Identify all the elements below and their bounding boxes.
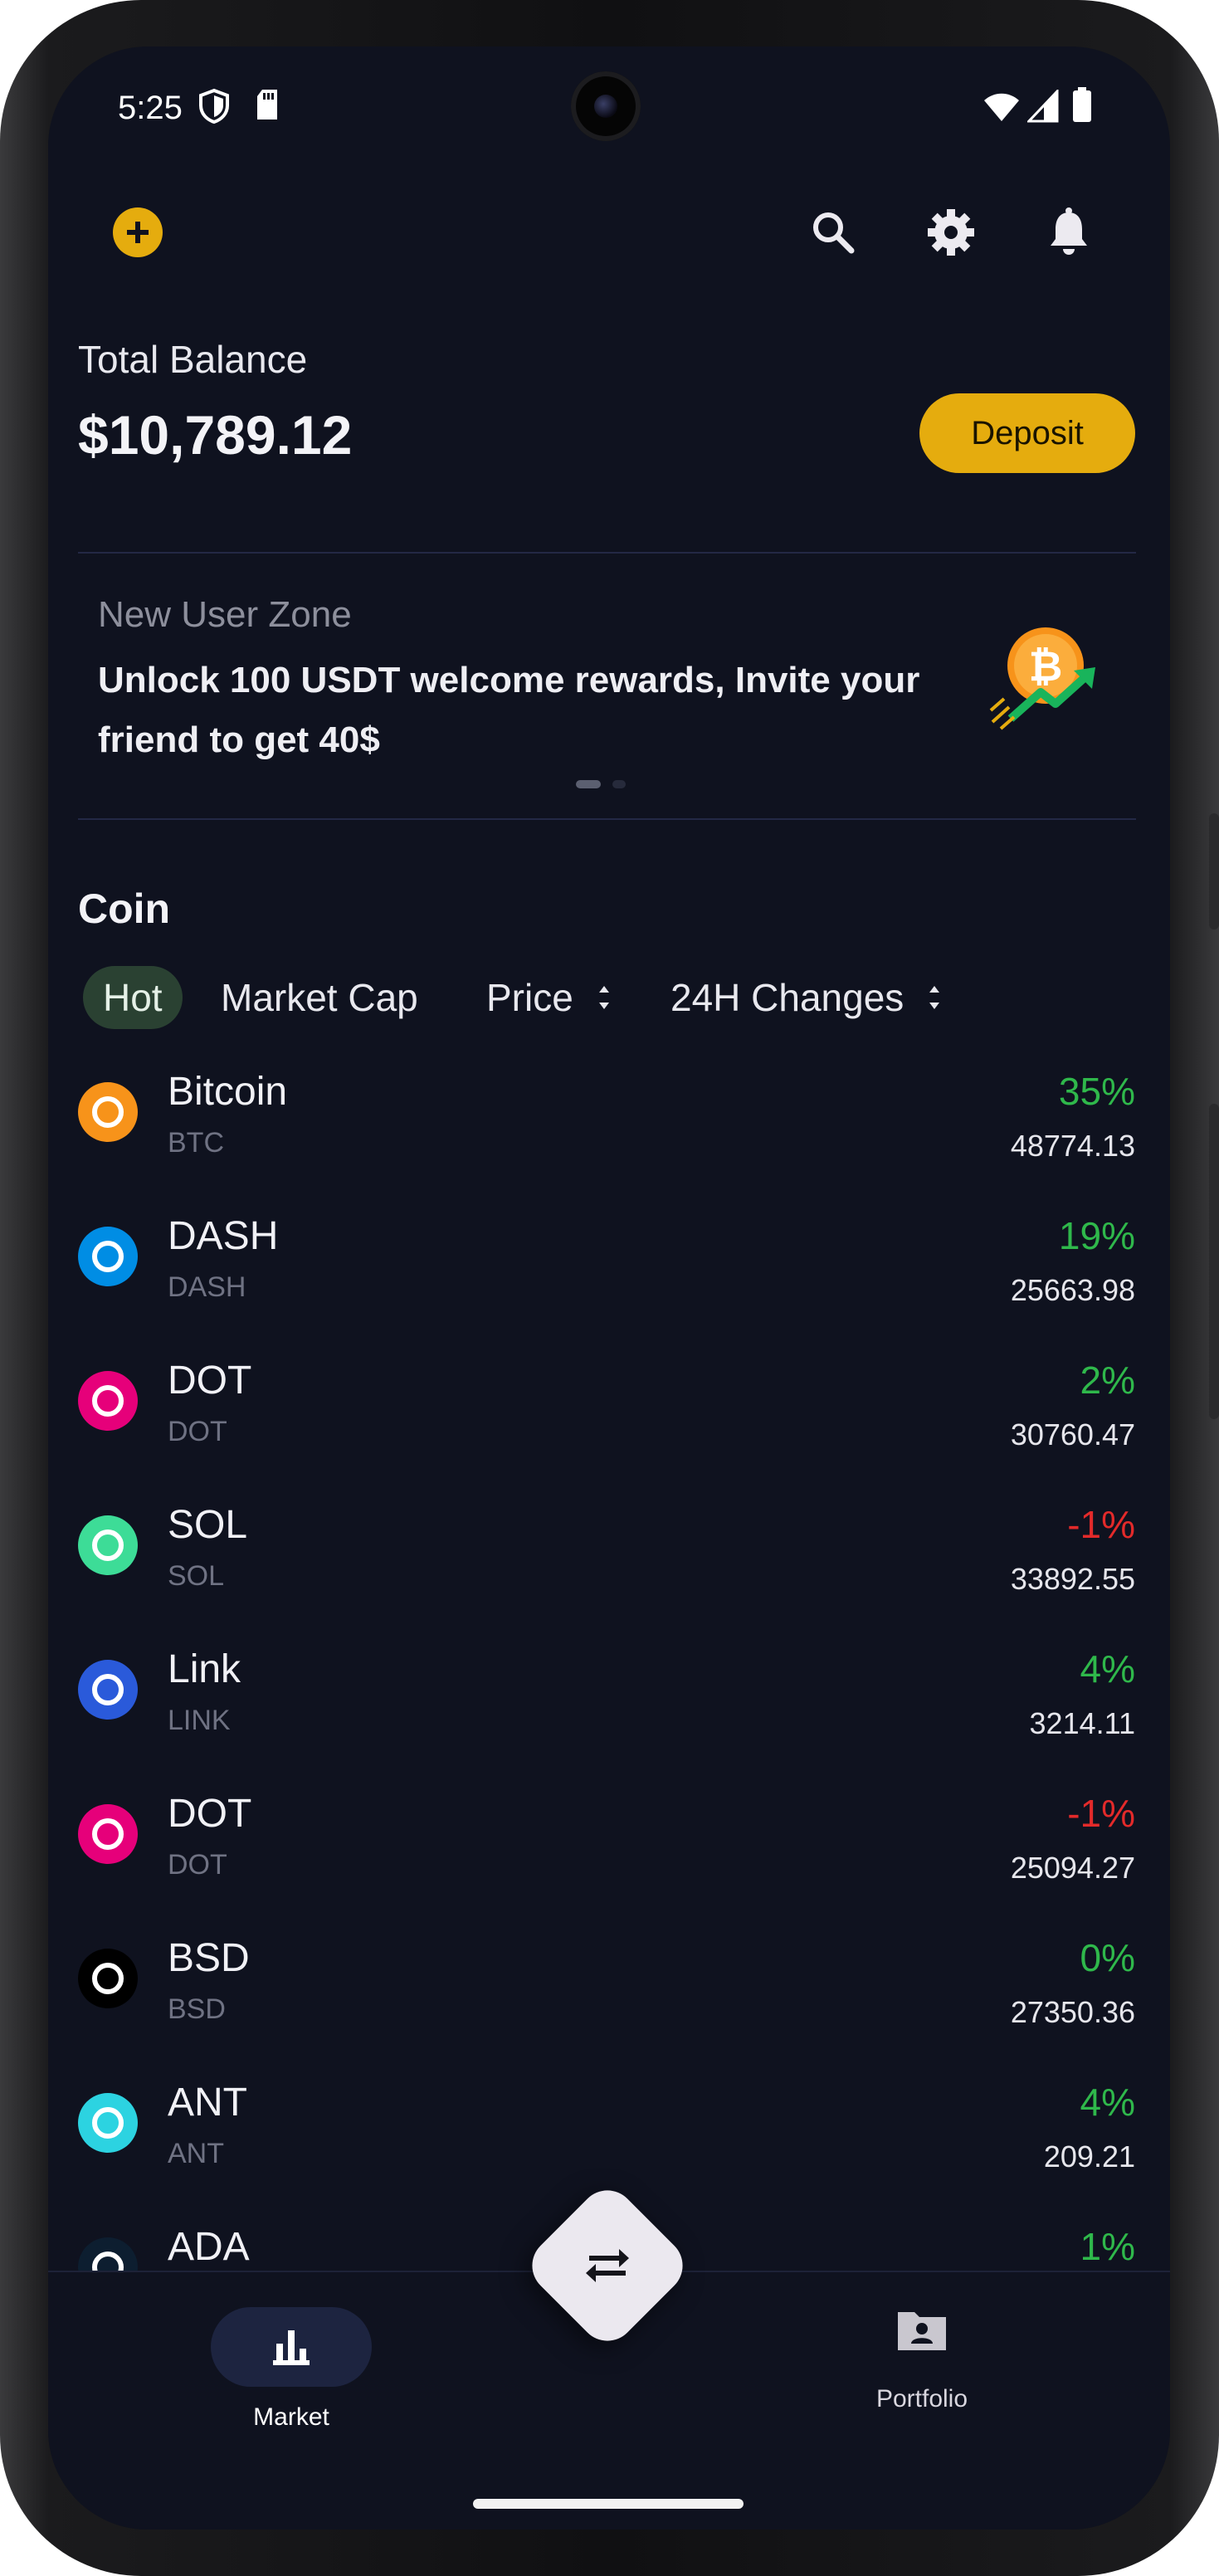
coin-symbol: DOT <box>168 1849 227 1881</box>
coin-price: 209.21 <box>1043 2139 1135 2174</box>
svg-text:₿: ₿ <box>1029 643 1063 690</box>
coin-name: ADA <box>168 2225 250 2269</box>
coin-price: 3214.11 <box>1029 1706 1135 1740</box>
phone-frame: 5:25 Total Balance $10,789.12 Deposit Ne… <box>0 0 1219 2576</box>
coin-row[interactable]: DOT DOT -1% 25094.27 <box>48 1773 1170 1917</box>
shield-icon <box>199 88 229 124</box>
chainlink-icon <box>78 1660 138 1720</box>
aragon-icon <box>78 2093 138 2153</box>
coin-symbol: ANT <box>168 2138 224 2169</box>
signal-icon <box>1027 90 1059 123</box>
bar-chart-icon <box>273 2330 310 2365</box>
coin-symbol: SOL <box>168 1560 225 1592</box>
pager-dot-active[interactable] <box>576 780 601 788</box>
filter-changes-label: 24H Changes <box>670 976 904 1019</box>
coin-row[interactable]: DASH DASH 19% 25663.98 <box>48 1195 1170 1339</box>
coin-change: 4% <box>1080 2081 1135 2124</box>
coin-row[interactable]: DOT DOT 2% 30760.47 <box>48 1339 1170 1484</box>
filter-price[interactable]: Price <box>486 966 612 1029</box>
dash-icon <box>78 1227 138 1286</box>
deposit-button[interactable]: Deposit <box>919 393 1135 473</box>
coin-row[interactable]: Link LINK 4% 3214.11 <box>48 1628 1170 1773</box>
filter-hot[interactable]: Hot <box>83 966 183 1029</box>
front-camera <box>571 71 641 141</box>
coin-name: BSD <box>168 1936 250 1980</box>
bsd-icon <box>78 1949 138 2008</box>
coin-row[interactable]: BSD BSD 0% 27350.36 <box>48 1917 1170 2061</box>
add-circle-icon[interactable] <box>113 207 163 257</box>
coin-price: 33892.55 <box>1010 1562 1135 1596</box>
coin-price: 27350.36 <box>1010 1995 1135 2029</box>
coin-change: 1% <box>1080 2225 1135 2268</box>
battery-icon <box>1073 87 1091 122</box>
coin-change: -1% <box>1067 1503 1135 1546</box>
sort-arrows-icon <box>929 985 940 1009</box>
coin-change: -1% <box>1067 1792 1135 1835</box>
bitcoin-growth-icon: ₿ <box>989 627 1095 730</box>
volume-button <box>1209 1104 1219 1419</box>
coin-row[interactable]: Bitcoin BTC 35% 48774.13 <box>48 1051 1170 1195</box>
coin-price: 25094.27 <box>1010 1851 1135 1885</box>
status-bar: 5:25 <box>48 46 1170 171</box>
polkadot-icon <box>78 1371 138 1431</box>
pager-dot[interactable] <box>612 780 626 788</box>
polkadot-icon <box>78 1804 138 1864</box>
divider <box>78 552 1136 554</box>
sd-card-icon <box>257 90 277 120</box>
section-title: Coin <box>78 886 171 932</box>
promo-kicker: New User Zone <box>98 594 352 635</box>
coin-change: 35% <box>1058 1070 1135 1113</box>
coin-symbol: DASH <box>168 1271 246 1303</box>
app-screen: 5:25 Total Balance $10,789.12 Deposit Ne… <box>48 46 1170 2530</box>
nav-market-label: Market <box>253 2403 329 2431</box>
coin-symbol: BSD <box>168 1993 226 2025</box>
coin-name: DOT <box>168 1359 252 1403</box>
coin-symbol: BTC <box>168 1127 224 1159</box>
folder-user-icon <box>898 2312 946 2350</box>
coin-price: 30760.47 <box>1010 1417 1135 1451</box>
bell-icon[interactable] <box>1039 202 1099 262</box>
coin-name: ANT <box>168 2081 247 2125</box>
coin-name: DOT <box>168 1792 252 1836</box>
bitcoin-icon <box>78 1082 138 1142</box>
coin-name: SOL <box>168 1503 248 1547</box>
gear-icon[interactable] <box>921 202 981 262</box>
home-indicator[interactable] <box>473 2499 744 2509</box>
swap-arrows-icon[interactable] <box>576 2234 639 2297</box>
coin-name: DASH <box>168 1214 279 1258</box>
total-balance-value: $10,789.12 <box>78 404 353 466</box>
coin-change: 19% <box>1058 1214 1135 1257</box>
nav-portfolio-label: Portfolio <box>875 2385 968 2413</box>
filter-24h-changes[interactable]: 24H Changes <box>670 966 943 1029</box>
solana-icon <box>78 1515 138 1575</box>
coin-price: 48774.13 <box>1010 1129 1135 1163</box>
search-icon[interactable] <box>803 202 863 262</box>
coin-price: 25663.98 <box>1010 1273 1135 1307</box>
coin-symbol: LINK <box>168 1705 231 1736</box>
filter-price-label: Price <box>486 976 573 1019</box>
wifi-icon <box>984 93 1019 121</box>
coin-row[interactable]: SOL SOL -1% 33892.55 <box>48 1484 1170 1628</box>
coin-change: 2% <box>1080 1359 1135 1402</box>
promo-text: Unlock 100 USDT welcome rewards, Invite … <box>98 660 920 760</box>
coin-row[interactable]: ANT ANT 4% 209.21 <box>48 2061 1170 2206</box>
total-balance-label: Total Balance <box>78 338 308 381</box>
coin-symbol: DOT <box>168 1416 227 1447</box>
coin-change: 0% <box>1080 1936 1135 1979</box>
status-time: 5:25 <box>118 90 183 126</box>
power-button <box>1209 813 1219 929</box>
divider <box>78 818 1136 820</box>
coin-name: Bitcoin <box>168 1070 288 1114</box>
coin-change: 4% <box>1080 1647 1135 1690</box>
coin-name: Link <box>168 1647 241 1691</box>
sort-arrows-icon <box>598 985 609 1009</box>
filter-market-cap[interactable]: Market Cap <box>221 966 418 1029</box>
